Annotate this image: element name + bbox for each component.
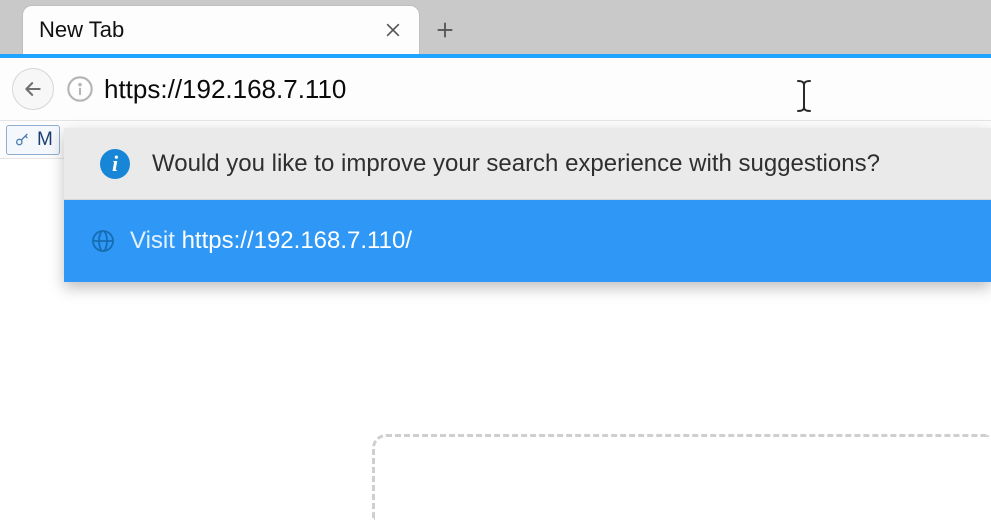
bookmark-item[interactable]: M: [6, 125, 60, 155]
content-drop-placeholder: [372, 434, 989, 520]
close-icon[interactable]: [383, 20, 403, 40]
site-identity-icon[interactable]: [62, 71, 98, 107]
globe-icon: [90, 228, 116, 254]
key-icon: [13, 131, 31, 149]
suggestions-prompt-text: Would you like to improve your search ex…: [152, 150, 880, 178]
new-tab-button[interactable]: [420, 5, 470, 54]
suggestion-visit-prefix: Visit: [130, 227, 182, 254]
suggestion-visit-url: https://192.168.7.110/: [182, 227, 412, 254]
suggestions-prompt-row[interactable]: i Would you like to improve your search …: [64, 128, 991, 200]
back-button[interactable]: [12, 68, 54, 110]
url-input[interactable]: [104, 60, 991, 118]
navigation-toolbar: [0, 54, 991, 121]
suggestion-visit-item[interactable]: Visit https://192.168.7.110/: [64, 200, 991, 282]
tab-strip: New Tab: [0, 0, 991, 54]
browser-tab[interactable]: New Tab: [22, 5, 420, 54]
bookmark-label: M: [37, 129, 53, 151]
info-icon: i: [100, 149, 130, 179]
suggestion-visit-text: Visit https://192.168.7.110/: [130, 227, 412, 255]
url-suggestions-dropdown: i Would you like to improve your search …: [64, 128, 991, 282]
tab-title: New Tab: [39, 17, 383, 43]
